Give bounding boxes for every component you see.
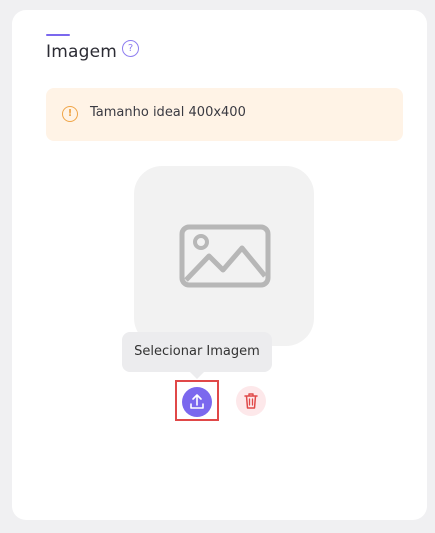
warning-circle-icon: ! (62, 106, 78, 122)
section-title: Imagem (46, 42, 118, 62)
left-rail (0, 0, 10, 533)
trash-icon (244, 393, 258, 409)
question-circle-icon[interactable]: ? (122, 40, 139, 57)
upload-highlight (175, 380, 219, 421)
image-preview[interactable] (134, 166, 314, 346)
upload-button[interactable] (182, 387, 212, 417)
upload-icon (190, 394, 204, 409)
size-alert: ! Tamanho ideal 400x400 (46, 88, 403, 141)
section-accent-line (46, 34, 70, 36)
image-icon (179, 224, 271, 288)
delete-button[interactable] (236, 386, 266, 416)
tooltip-select-image: Selecionar Imagem (122, 332, 272, 379)
alert-text: Tamanho ideal 400x400 (90, 105, 246, 120)
